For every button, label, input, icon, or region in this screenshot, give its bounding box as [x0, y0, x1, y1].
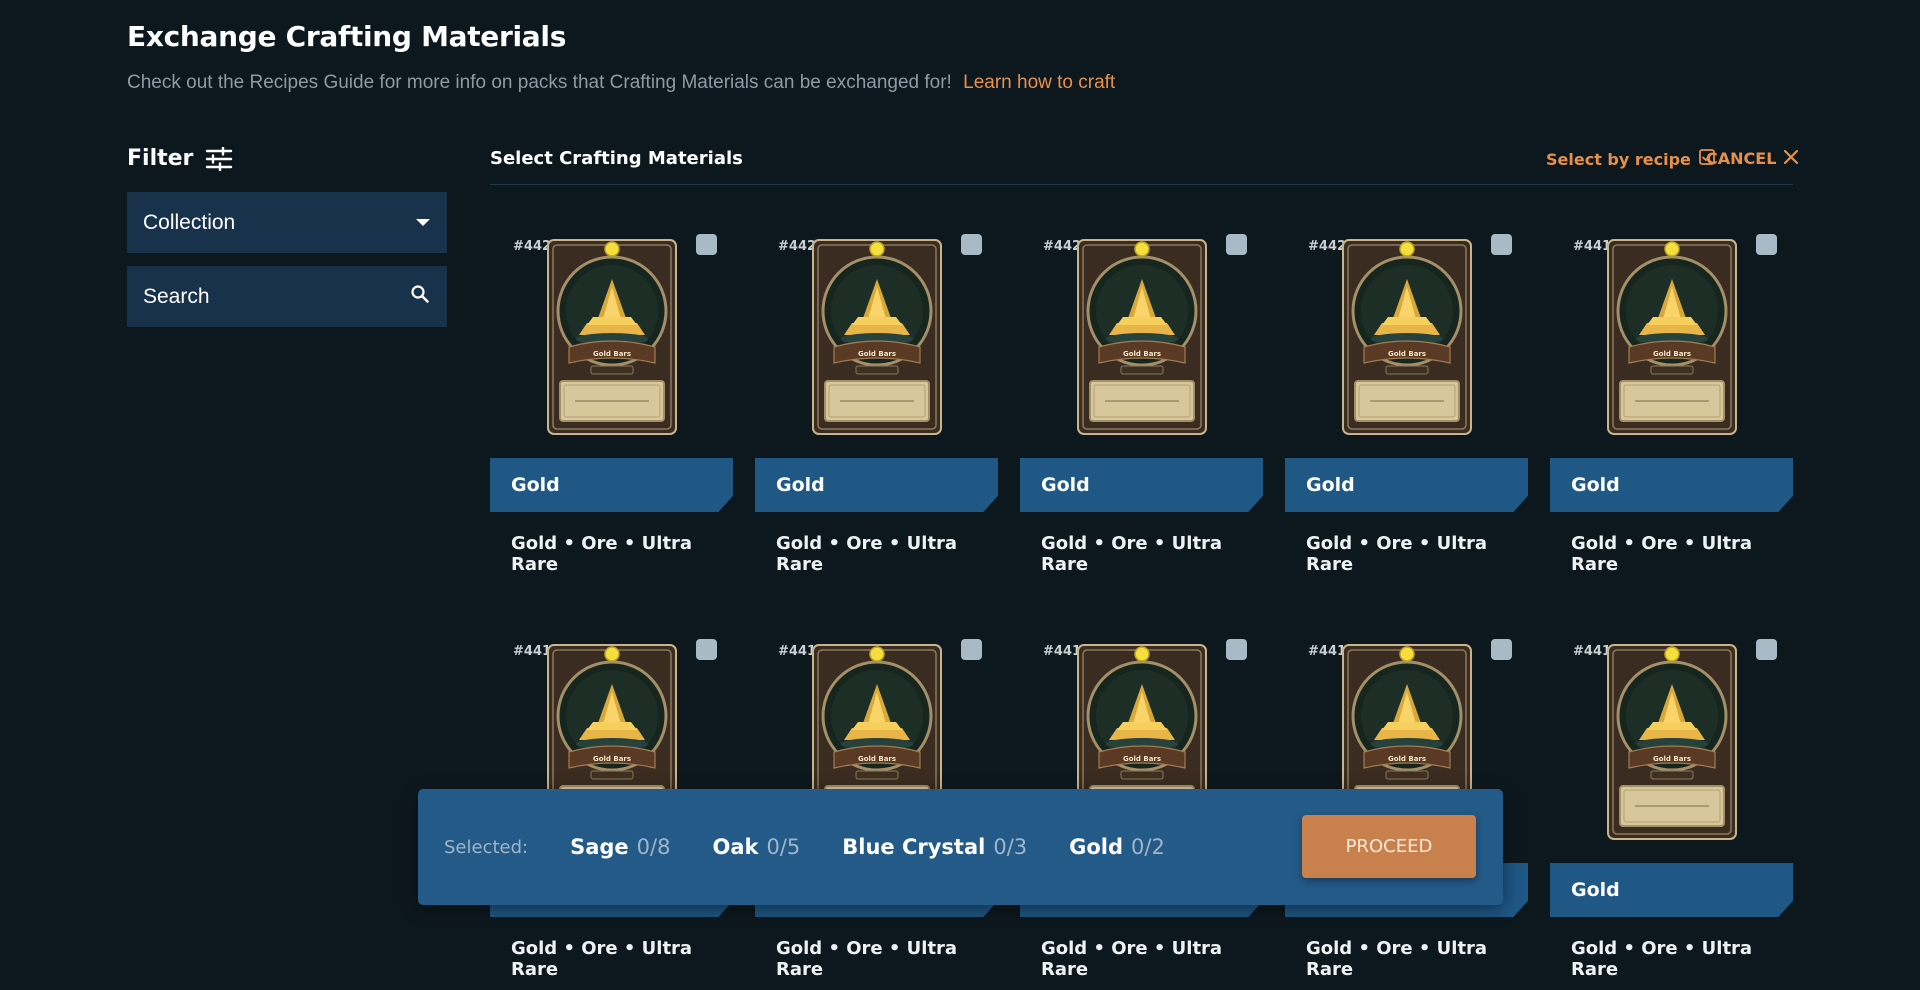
collection-dropdown[interactable]: Collection [127, 192, 447, 253]
section-divider [490, 184, 1793, 185]
selection-item-count: 0/3 [993, 835, 1028, 859]
selection-item-count: 0/2 [1131, 835, 1165, 859]
card-art-title: Gold Bars [1123, 755, 1161, 763]
collection-label: Collection [143, 210, 236, 234]
selection-item: Gold 0/2 [1069, 835, 1165, 859]
card-art-title: Gold Bars [1653, 755, 1691, 763]
card-art-title: Gold Bars [1388, 350, 1426, 358]
card-tags: Gold • Ore • Ultra Rare [1306, 938, 1488, 980]
card-name-banner: Gold [1020, 458, 1263, 512]
card-tags: Gold • Ore • Ultra Rare [1041, 938, 1223, 980]
selection-item-name: Blue Crystal [842, 835, 986, 859]
material-card[interactable]: #4421 Gold Bars Gold Gold • Ore • Ultra … [1020, 220, 1263, 585]
card-art-title: Gold Bars [1123, 350, 1161, 358]
selection-item-count: 0/8 [636, 835, 671, 859]
learn-how-to-craft-link[interactable]: Learn how to craft [963, 72, 1115, 93]
material-card[interactable]: #4419 Gold Bars Gold Gold • Ore • Ultra … [1550, 220, 1793, 585]
select-by-recipe-label: Select by recipe [1546, 149, 1691, 169]
select-by-recipe-toggle[interactable]: Select by recipe [1546, 149, 1715, 169]
search-icon[interactable] [410, 284, 430, 310]
filter-label: Filter [127, 146, 194, 171]
card-name-banner: Gold [755, 458, 998, 512]
card-tags: Gold • Ore • Ultra Rare [776, 533, 958, 575]
card-name: Gold [1571, 474, 1620, 496]
card-select-checkbox[interactable] [1491, 639, 1512, 660]
card-name-banner: Gold [490, 458, 733, 512]
selection-item-name: Sage [570, 835, 629, 859]
card-name-banner: Gold [1550, 458, 1793, 512]
card-artwork: Gold Bars [812, 239, 942, 435]
card-tags: Gold • Ore • Ultra Rare [511, 938, 693, 980]
card-select-checkbox[interactable] [696, 234, 717, 255]
card-artwork: Gold Bars [547, 239, 677, 435]
card-name: Gold [511, 474, 560, 496]
card-name-banner: Gold [1285, 458, 1528, 512]
selection-bar: Selected: Sage 0/8 Oak 0/5 Blue Crystal 0/3… [418, 789, 1503, 905]
selection-item-count: 0/5 [766, 835, 801, 859]
caret-down-icon [416, 219, 430, 226]
page-subtitle: Check out the Recipes Guide for more inf… [127, 72, 1115, 94]
card-art-title: Gold Bars [858, 350, 896, 358]
selection-item: Sage 0/8 [570, 835, 670, 859]
material-card[interactable]: #4420 Gold Bars Gold Gold • Ore • Ultra … [1285, 220, 1528, 585]
card-select-checkbox[interactable] [1756, 639, 1777, 660]
page-title: Exchange Crafting Materials [127, 20, 567, 53]
card-artwork: Gold Bars [1607, 239, 1737, 435]
selection-item: Blue Crystal 0/3 [842, 835, 1027, 859]
card-name: Gold [1571, 879, 1620, 901]
search-input[interactable] [143, 284, 393, 309]
card-select-checkbox[interactable] [696, 639, 717, 660]
card-tags: Gold • Ore • Ultra Rare [511, 533, 693, 575]
card-art-title: Gold Bars [1653, 350, 1691, 358]
card-select-checkbox[interactable] [1226, 234, 1247, 255]
material-card[interactable]: #4414 Gold Bars Gold Gold • Ore • Ultra … [1550, 625, 1793, 990]
selection-item: Oak 0/5 [712, 835, 800, 859]
material-card[interactable]: #4422 Gold Bars Gold Gold • Ore • Ultra … [755, 220, 998, 585]
card-tags: Gold • Ore • Ultra Rare [776, 938, 958, 980]
selection-item-name: Gold [1069, 835, 1124, 859]
card-tags: Gold • Ore • Ultra Rare [1306, 533, 1488, 575]
card-name: Gold [776, 474, 825, 496]
selection-item-name: Oak [712, 835, 759, 859]
card-art-title: Gold Bars [1388, 755, 1426, 763]
card-select-checkbox[interactable] [1226, 639, 1247, 660]
selected-label: Selected: [444, 836, 529, 858]
search-box [127, 266, 447, 327]
card-tags: Gold • Ore • Ultra Rare [1041, 533, 1223, 575]
card-tags: Gold • Ore • Ultra Rare [1571, 938, 1753, 980]
subtitle-text: Check out the Recipes Guide for more inf… [127, 72, 952, 93]
close-icon [1784, 149, 1799, 168]
card-art-title: Gold Bars [593, 755, 631, 763]
card-select-checkbox[interactable] [1491, 234, 1512, 255]
card-tags: Gold • Ore • Ultra Rare [1571, 533, 1753, 575]
sliders-icon[interactable] [205, 146, 233, 171]
card-name: Gold [1041, 474, 1090, 496]
card-artwork: Gold Bars [1077, 239, 1207, 435]
card-select-checkbox[interactable] [961, 234, 982, 255]
cancel-label: CANCEL [1706, 149, 1777, 168]
card-art-title: Gold Bars [858, 755, 896, 763]
materials-heading: Select Crafting Materials [490, 148, 743, 169]
cancel-button[interactable]: CANCEL [1706, 149, 1799, 168]
card-select-checkbox[interactable] [1756, 234, 1777, 255]
material-card[interactable]: #4423 Gold Bars Gold Gold • Ore • Ultra … [490, 220, 733, 585]
proceed-button[interactable]: PROCEED [1302, 815, 1476, 878]
card-select-checkbox[interactable] [961, 639, 982, 660]
card-art-title: Gold Bars [593, 350, 631, 358]
filter-heading: Filter [127, 146, 233, 171]
card-artwork: Gold Bars [1342, 239, 1472, 435]
card-name: Gold [1306, 474, 1355, 496]
card-name-banner: Gold [1550, 863, 1793, 917]
card-artwork: Gold Bars [1607, 644, 1737, 840]
